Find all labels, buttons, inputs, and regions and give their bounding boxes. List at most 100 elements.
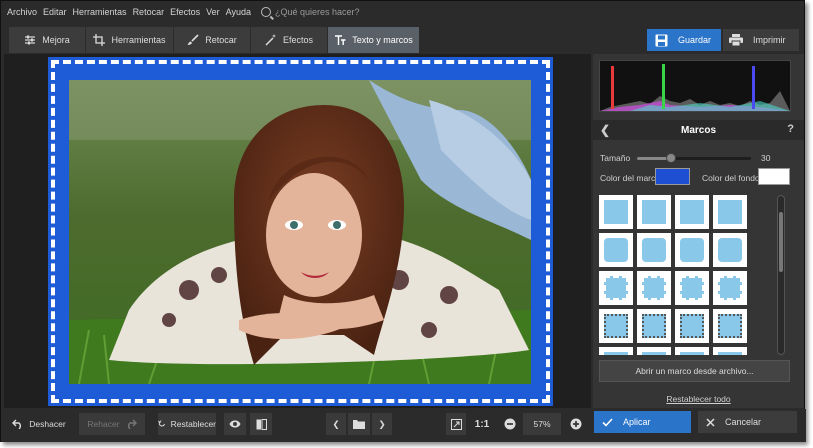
save-button[interactable]: Guardar (647, 29, 721, 51)
menu-archivo[interactable]: Archivo (7, 7, 37, 17)
frame-thumbnail[interactable] (599, 309, 633, 343)
back-arrow-icon[interactable]: ❮ (600, 123, 610, 137)
reset-icon (158, 420, 165, 427)
frame-thumbnail[interactable] (599, 195, 633, 229)
frame-thumbnail[interactable] (713, 195, 747, 229)
frame-thumbnail-preview (680, 314, 704, 338)
preview-button[interactable] (224, 413, 246, 435)
menu-herramientas[interactable]: Herramientas (73, 7, 127, 17)
prev-photo-button[interactable]: ❮ (326, 413, 346, 435)
ratio-label: 1:1 (474, 418, 490, 430)
frame-thumbnail[interactable] (637, 347, 671, 355)
frame-thumbnail[interactable] (675, 271, 709, 305)
fit-screen-button[interactable] (446, 413, 466, 435)
menu-editar[interactable]: Editar (43, 7, 67, 17)
tab-label: Retocar (205, 35, 237, 45)
actual-size-button[interactable]: 1:1 (471, 413, 493, 435)
folder-icon (353, 420, 365, 429)
search-box[interactable]: ¿Qué quieres hacer? (260, 7, 360, 17)
print-button[interactable]: Imprimir (723, 29, 799, 51)
save-label: Guardar (678, 35, 712, 45)
frame-thumbnail-preview (642, 352, 666, 355)
undo-icon (12, 419, 22, 429)
frame-thumbnail[interactable] (675, 233, 709, 267)
app-window: Archivo Editar Herramientas Retocar Efec… (0, 0, 806, 442)
redo-label: Rehacer (87, 419, 120, 429)
brush-icon (187, 34, 199, 45)
floppy-icon (655, 34, 668, 46)
tab-label: Mejora (42, 35, 70, 45)
photo-image (69, 80, 531, 384)
tab-label: Efectos (282, 35, 313, 45)
tab-label: Herramientas (111, 35, 166, 45)
fit-screen-icon (450, 418, 462, 430)
frame-thumbnail[interactable] (637, 309, 671, 343)
search-placeholder: ¿Qué quieres hacer? (274, 7, 360, 17)
size-slider[interactable] (637, 153, 751, 163)
frame-thumbnail[interactable] (713, 347, 747, 355)
frame-thumbnail[interactable] (713, 233, 747, 267)
menu-ayuda[interactable]: Ayuda (226, 7, 251, 17)
photo-frame (48, 57, 553, 406)
tab-efectos[interactable]: Efectos (251, 27, 328, 53)
tab-herramientas[interactable]: Herramientas (86, 27, 174, 53)
frame-thumbnail[interactable] (637, 271, 671, 305)
tab-mejora[interactable]: Mejora (9, 27, 86, 53)
reset-button[interactable]: Restablecer (158, 413, 216, 435)
thumbnails-scrollbar[interactable] (777, 195, 785, 355)
histogram (599, 60, 791, 112)
frame-color-swatch[interactable] (655, 168, 690, 185)
frame-thumbnail-preview (642, 314, 666, 338)
size-label: Tamaño (600, 153, 631, 163)
redo-button[interactable]: Rehacer (79, 413, 145, 435)
bg-color-swatch[interactable] (758, 168, 790, 185)
open-frame-button[interactable]: Abrir un marco desde archivo... (599, 360, 790, 382)
apply-button[interactable]: Aplicar (594, 411, 691, 433)
tab-label: Texto y marcos (352, 35, 413, 45)
zoom-in-button[interactable] (567, 413, 585, 435)
cancel-label: Cancelar (725, 417, 762, 427)
zoom-field[interactable]: 57% (523, 413, 561, 435)
menu-efectos[interactable]: Efectos (170, 7, 200, 17)
frame-thumbnail-preview (642, 200, 666, 224)
size-slider-handle[interactable] (666, 153, 677, 163)
frame-thumbnail-preview (680, 238, 704, 262)
frame-thumbnails (599, 195, 767, 355)
minus-circle-icon (504, 418, 516, 430)
frame-thumbnail[interactable] (637, 195, 671, 229)
frame-thumbnail-preview (718, 352, 742, 355)
frame-thumbnail[interactable] (675, 347, 709, 355)
frame-color-label: Color del marco: (600, 173, 663, 183)
undo-label: Deshacer (29, 419, 66, 429)
frame-thumbnail-preview (718, 314, 742, 338)
frame-thumbnail[interactable] (675, 309, 709, 343)
frame-thumbnail[interactable] (599, 233, 633, 267)
frame-thumbnail[interactable] (713, 309, 747, 343)
frame-thumbnail[interactable] (599, 347, 633, 355)
crop-icon (93, 34, 106, 46)
frame-thumbnail[interactable] (637, 233, 671, 267)
open-folder-button[interactable] (348, 413, 370, 435)
frame-thumbnail[interactable] (675, 195, 709, 229)
panel-title: Marcos (680, 124, 716, 136)
search-icon (260, 7, 271, 17)
next-photo-button[interactable]: ❯ (372, 413, 392, 435)
frame-thumbnail[interactable] (599, 271, 633, 305)
menu-ver[interactable]: Ver (206, 7, 220, 17)
scrollbar-thumb[interactable] (779, 212, 783, 272)
open-frame-label: Abrir un marco desde archivo... (635, 366, 754, 376)
zoom-out-button[interactable] (501, 413, 519, 435)
zoom-value: 57% (533, 419, 551, 429)
reset-all-link[interactable]: Restablecer todo (593, 394, 804, 404)
frame-thumbnail[interactable] (713, 271, 747, 305)
compare-button[interactable] (250, 413, 272, 435)
cancel-button[interactable]: Cancelar (698, 411, 797, 433)
help-icon[interactable]: ? (787, 123, 794, 135)
canvas-area[interactable] (4, 54, 591, 408)
panel-header: ❮ Marcos ? (593, 120, 804, 140)
tab-retocar[interactable]: Retocar (174, 27, 251, 53)
menu-retocar[interactable]: Retocar (133, 7, 165, 17)
tab-texto-y-marcos[interactable]: Texto y marcos (328, 27, 420, 53)
size-value: 30 (761, 153, 771, 163)
undo-button[interactable]: Deshacer (9, 413, 69, 435)
